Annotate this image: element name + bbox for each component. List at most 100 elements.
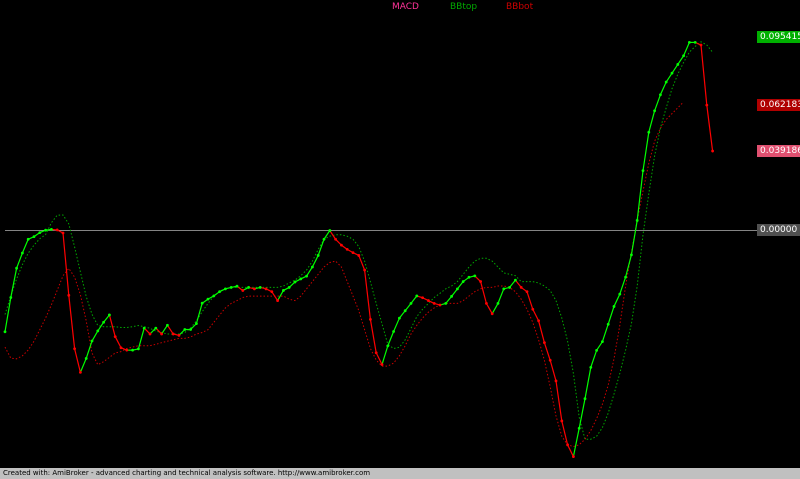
macd-point <box>699 43 703 47</box>
macd-point <box>21 251 24 255</box>
macd-point <box>374 351 378 355</box>
macd-point <box>595 348 598 352</box>
macd-point <box>705 103 709 107</box>
chart-plot <box>3 41 757 458</box>
macd-point <box>102 320 105 324</box>
macd-point <box>131 348 135 352</box>
macd-point <box>519 286 523 289</box>
macd-point <box>50 227 53 231</box>
macd-segment <box>706 105 714 152</box>
macd-point <box>525 290 529 294</box>
macd-segment <box>108 314 116 337</box>
macd-segment <box>317 239 325 256</box>
macd-point <box>322 237 326 241</box>
macd-segment <box>648 110 656 133</box>
macd-segment <box>659 81 667 96</box>
macd-point <box>682 54 685 58</box>
macd-segment <box>485 303 493 315</box>
macd-point <box>653 109 656 113</box>
macd-point <box>508 286 511 289</box>
chart-legend: MACD BBtop BBbot <box>0 2 800 14</box>
macd-point <box>624 275 627 279</box>
macd-segment <box>601 324 609 342</box>
macd-point <box>61 231 65 235</box>
macd-segment <box>665 72 673 83</box>
macd-segment <box>79 358 87 373</box>
macd-segment <box>630 220 638 255</box>
macd-point <box>73 347 76 351</box>
macd-point <box>160 332 164 336</box>
macd-segment <box>393 317 400 332</box>
macd-point <box>635 219 639 222</box>
macd-point <box>328 229 332 232</box>
macd-point <box>177 333 181 337</box>
macd-point <box>618 292 622 296</box>
macd-point <box>293 280 297 284</box>
macd-point <box>641 169 645 173</box>
macd-point <box>137 347 140 351</box>
macd-segment <box>91 330 99 342</box>
macd-point <box>206 297 210 301</box>
macd-point <box>560 419 564 423</box>
macd-point <box>554 379 558 383</box>
macd-point <box>647 130 651 134</box>
macd-point <box>212 294 216 298</box>
macd-point <box>113 335 117 338</box>
macd-segment <box>532 309 540 322</box>
macd-point <box>351 251 355 255</box>
footer-credit: Created with: AmiBroker - advanced chart… <box>0 468 800 479</box>
macd-segment <box>381 345 389 365</box>
macd-point <box>496 302 500 305</box>
macd-point <box>380 363 384 366</box>
macd-point <box>601 340 604 344</box>
macd-point <box>444 302 448 305</box>
macd-segment <box>369 319 377 353</box>
macd-point <box>421 296 424 300</box>
macd-point <box>32 235 36 239</box>
macd-segment <box>271 291 279 301</box>
macd-segment <box>584 367 592 399</box>
macd-point <box>531 307 535 311</box>
macd-point <box>577 426 581 430</box>
macd-segment <box>277 290 284 301</box>
macd-segment <box>16 252 23 269</box>
macd-point <box>664 80 668 84</box>
macd-point <box>403 309 407 313</box>
macd-segment <box>538 320 545 343</box>
macd-point <box>479 280 482 283</box>
macd-point <box>432 302 436 305</box>
macd-point <box>548 358 552 362</box>
macd-point <box>142 326 146 330</box>
macd-point <box>543 341 546 345</box>
macd-point <box>676 63 680 66</box>
macd-point <box>583 397 587 401</box>
macd-point <box>218 290 222 294</box>
macd-point <box>589 365 593 369</box>
macd-point <box>200 301 204 305</box>
macd-point <box>258 286 262 289</box>
macd-segment <box>311 255 319 268</box>
macd-segment <box>543 342 551 361</box>
macd-point <box>125 348 129 352</box>
macd-point <box>108 313 111 317</box>
macd-point <box>630 253 633 257</box>
macd-point <box>270 290 274 294</box>
macd-point <box>490 312 494 316</box>
macd-point <box>670 71 674 75</box>
macd-point <box>456 287 459 291</box>
macd-segment <box>480 281 487 304</box>
macd-point <box>688 41 691 44</box>
macd-point <box>171 332 175 336</box>
macd-segment <box>85 340 93 359</box>
macd-point <box>166 323 169 327</box>
legend-entry-bbbot: BBbot <box>506 2 534 12</box>
macd-segment <box>607 306 615 325</box>
macd-point <box>311 265 314 269</box>
macd-point <box>183 328 187 331</box>
macd-segment <box>654 94 661 111</box>
macd-point <box>334 237 337 241</box>
value-label-bbtop: 0.0954151 <box>757 31 800 44</box>
macd-point <box>473 274 477 278</box>
macd-segment <box>161 324 168 335</box>
macd-segment <box>68 295 76 349</box>
